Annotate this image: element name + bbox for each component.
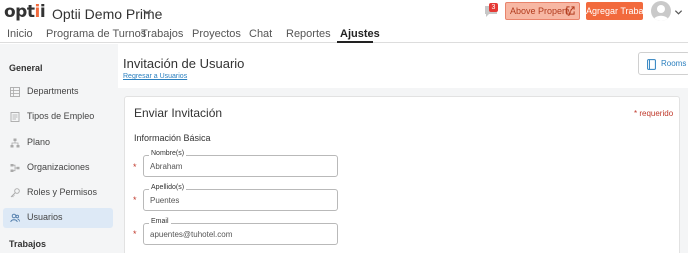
required-marker: *	[133, 229, 137, 239]
avatar[interactable]	[651, 1, 671, 21]
sidebar-item-label: Roles y Permisos	[27, 187, 98, 197]
required-note: * requerido	[634, 109, 674, 118]
email-label: Email	[149, 218, 171, 225]
last-name-label: Apellido(s)	[149, 184, 187, 191]
last-name-value: Puentes	[150, 196, 180, 205]
required-marker: *	[133, 195, 137, 205]
tab-chat[interactable]: Chat	[249, 28, 272, 40]
sidebar-item-label: Departments	[27, 86, 79, 96]
sidebar-item-label: Organizaciones	[27, 162, 90, 172]
optii-logo[interactable]: optii	[4, 2, 46, 22]
tab-trabajos[interactable]: Trabajos	[141, 28, 183, 40]
sidebar-item-usuarios[interactable]: Usuarios	[3, 208, 113, 228]
first-name-label: Nombre(s)	[149, 150, 187, 157]
add-job-button[interactable]: Agregar Trabajo	[586, 2, 643, 20]
first-name-value: Abraham	[150, 162, 183, 171]
sidebar-item-plano[interactable]: Plano	[3, 133, 113, 153]
tab-inicio[interactable]: Inicio	[7, 28, 33, 40]
user-icon	[653, 5, 669, 21]
key-icon	[10, 188, 20, 198]
card-title: Enviar Invitación	[134, 106, 223, 120]
first-name-field[interactable]: Nombre(s) Abraham	[143, 150, 338, 177]
book-icon	[647, 59, 656, 70]
hierarchy-icon	[10, 138, 20, 148]
above-property-label: Above Property	[510, 6, 573, 16]
sidebar-item-label: Usuarios	[27, 212, 63, 222]
tab-programa-de-turnos[interactable]: Programa de Turnos	[46, 28, 146, 40]
above-property-button[interactable]: Above Property	[505, 2, 580, 20]
email-value: apuentes@tuhotel.com	[150, 230, 233, 239]
sidebar-item-tipos-de-empleo[interactable]: Tipos de Empleo	[3, 107, 113, 127]
sidebar-item-label: Plano	[27, 137, 51, 147]
sidebar-heading-general: General	[9, 63, 43, 73]
external-link-icon	[566, 6, 575, 15]
chat-badge: 3	[489, 3, 498, 12]
section-title: Información Básica	[134, 133, 211, 143]
sidebar-item-roles-y-permisos[interactable]: Roles y Permisos	[3, 183, 113, 203]
sidebar-heading-trabajos: Trabajos	[9, 239, 47, 249]
rooms-label: Rooms	[661, 59, 687, 68]
last-name-field[interactable]: Apellido(s) Puentes	[143, 184, 338, 211]
page-title: Invitación de Usuario	[123, 56, 245, 71]
email-field[interactable]: Email apuentes@tuhotel.com	[143, 218, 338, 245]
sidebar-item-departments[interactable]: Departments	[3, 82, 113, 102]
org-chart-icon	[10, 164, 20, 172]
chevron-down-icon[interactable]	[142, 7, 152, 17]
users-icon	[10, 213, 20, 223]
top-bar: optii Optii Demo Prime 3 Above Property …	[0, 0, 688, 26]
sidebar-item-organizaciones[interactable]: Organizaciones	[3, 158, 113, 178]
tab-proyectos[interactable]: Proyectos	[192, 28, 241, 40]
sidebar-item-label: Tipos de Empleo	[27, 111, 95, 121]
tab-reportes[interactable]: Reportes	[286, 28, 331, 40]
back-to-users-link[interactable]: Regresar a Usuarios	[123, 73, 187, 80]
chevron-down-icon[interactable]	[674, 8, 683, 17]
grid-icon	[10, 87, 20, 97]
active-tab-indicator	[337, 41, 373, 43]
rooms-button[interactable]: Rooms	[638, 52, 688, 75]
document-icon	[10, 112, 20, 122]
main-nav-tabs: Inicio Programa de Turnos Trabajos Proye…	[0, 26, 688, 43]
settings-sidebar: General Departments Tipos de Empleo Plan…	[0, 44, 118, 253]
tab-ajustes[interactable]: Ajustes	[340, 28, 380, 40]
required-marker: *	[133, 162, 137, 172]
